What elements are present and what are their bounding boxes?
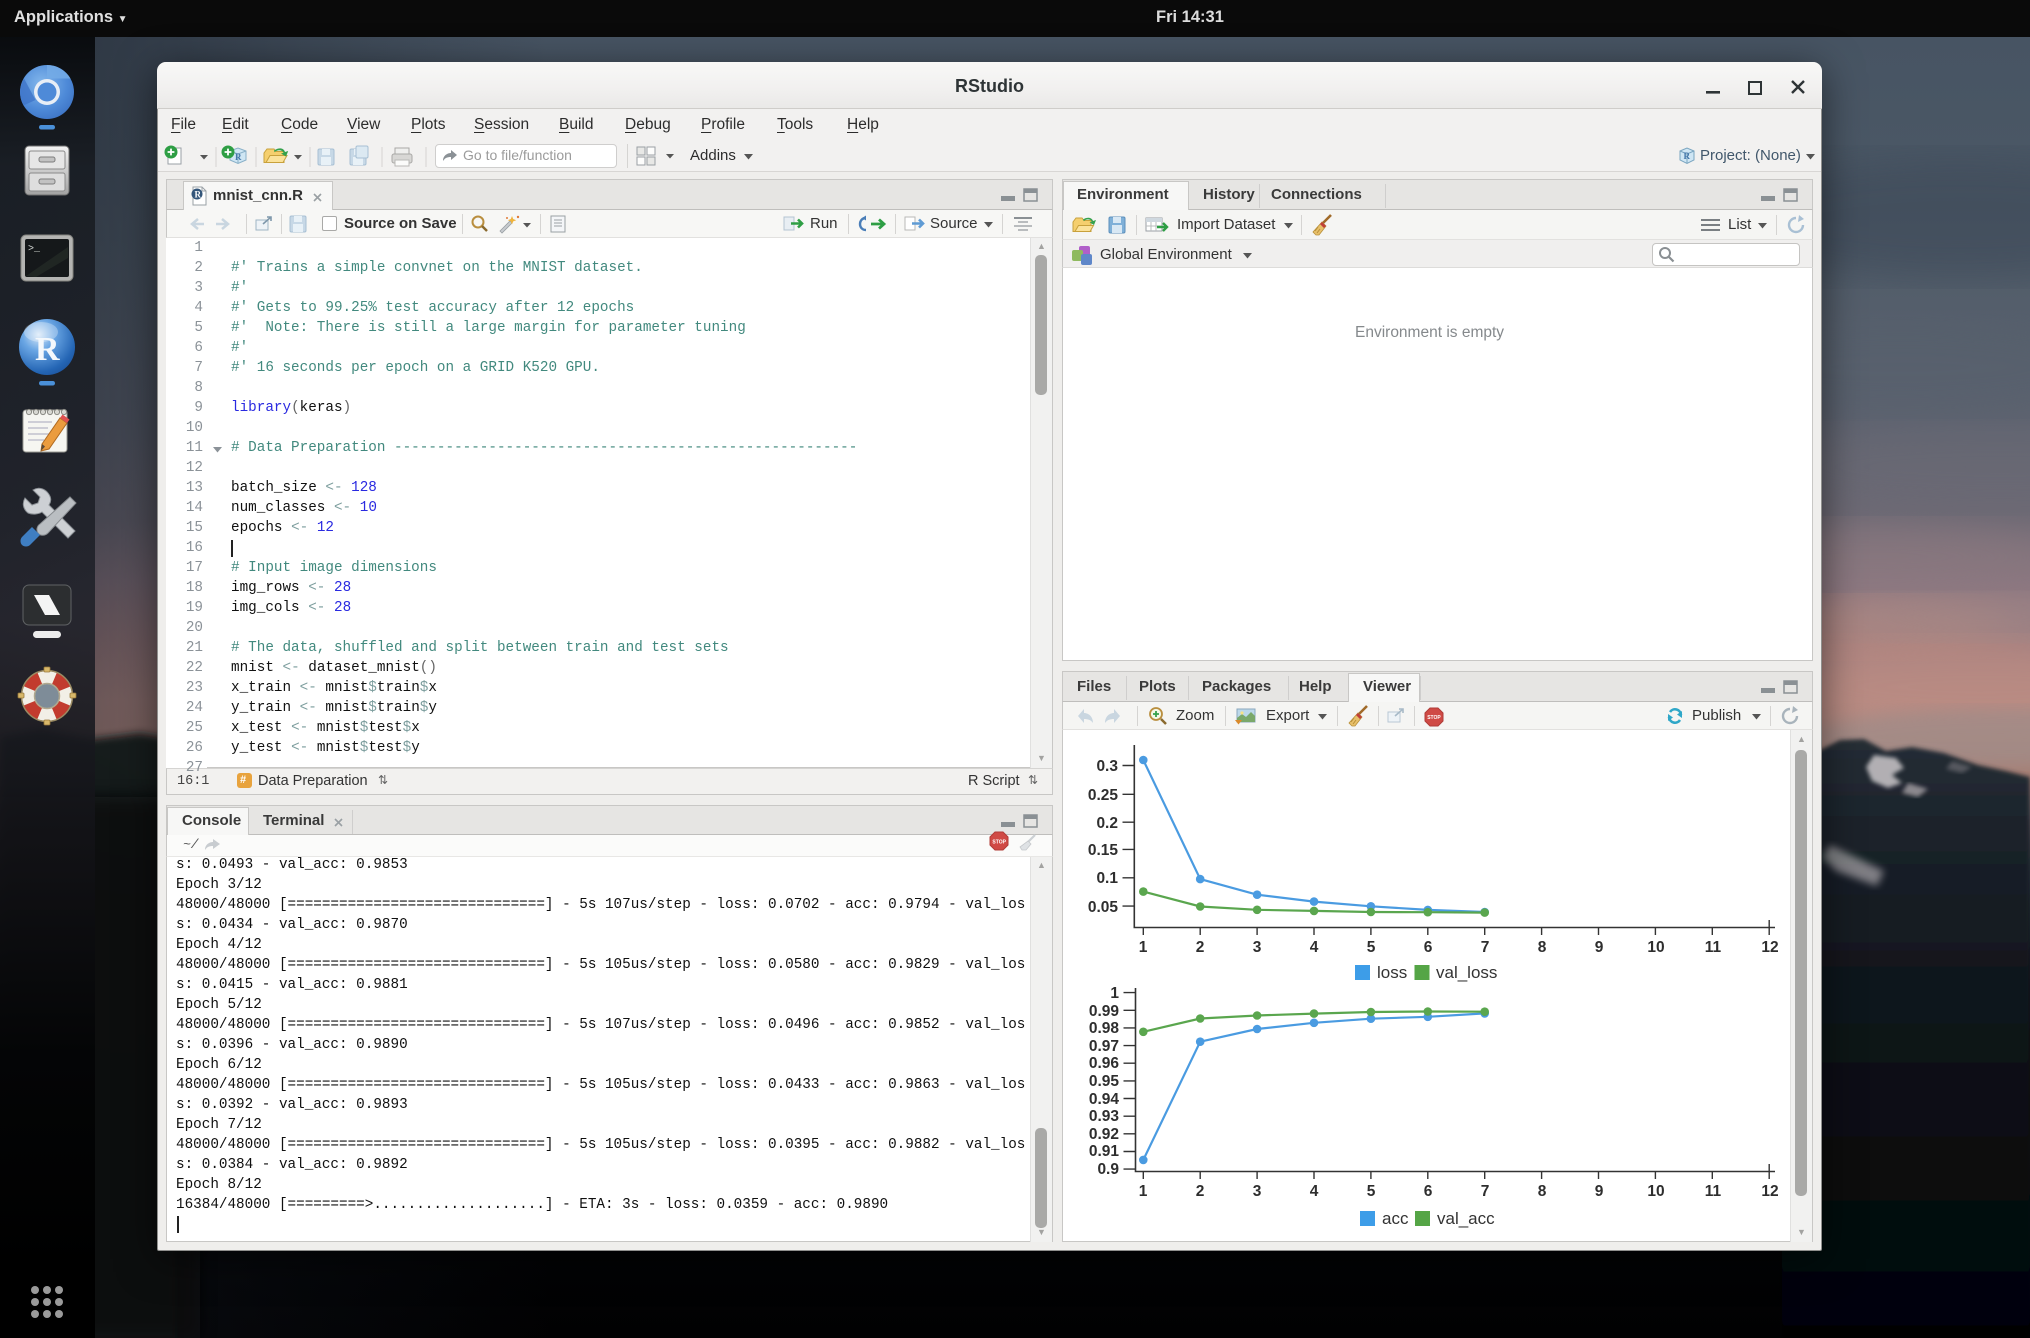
svg-text:11: 11 [1705, 939, 1722, 956]
svg-text:0.05: 0.05 [1088, 899, 1119, 916]
svg-text:val_acc: val_acc [1437, 1209, 1495, 1228]
svg-text:7: 7 [1481, 1183, 1490, 1200]
svg-text:2: 2 [1196, 1183, 1205, 1200]
svg-text:>_: >_ [28, 244, 41, 255]
svg-text:0.2: 0.2 [1096, 815, 1118, 832]
svg-text:10: 10 [1647, 939, 1664, 956]
svg-text:R: R [195, 190, 202, 200]
svg-text:7: 7 [1481, 939, 1490, 956]
svg-text:2: 2 [1196, 939, 1205, 956]
svg-text:3: 3 [1253, 1183, 1262, 1200]
svg-text:6: 6 [1424, 1183, 1433, 1200]
svg-text:0.25: 0.25 [1088, 787, 1119, 804]
svg-text:acc: acc [1382, 1209, 1409, 1228]
svg-text:STOP: STOP [992, 839, 1006, 845]
svg-text:R: R [235, 152, 242, 162]
svg-text:0.93: 0.93 [1089, 1108, 1120, 1125]
svg-text:STOP: STOP [1427, 715, 1441, 721]
svg-text:1: 1 [1139, 1183, 1148, 1200]
svg-text:0.15: 0.15 [1088, 842, 1119, 859]
svg-text:9: 9 [1595, 939, 1604, 956]
svg-text:0.9: 0.9 [1097, 1161, 1119, 1178]
svg-text:0.95: 0.95 [1089, 1073, 1120, 1090]
svg-text:0.94: 0.94 [1089, 1091, 1120, 1108]
svg-text:0.99: 0.99 [1089, 1003, 1120, 1020]
svg-text:5: 5 [1367, 939, 1376, 956]
svg-text:4: 4 [1310, 939, 1319, 956]
svg-text:0.92: 0.92 [1089, 1126, 1119, 1143]
svg-text:4: 4 [1310, 1183, 1319, 1200]
svg-text:8: 8 [1538, 939, 1547, 956]
svg-text:8: 8 [1538, 1183, 1547, 1200]
svg-text:6: 6 [1424, 939, 1433, 956]
svg-text:val_loss: val_loss [1436, 963, 1497, 982]
svg-text:9: 9 [1595, 1183, 1604, 1200]
svg-text:0.1: 0.1 [1096, 870, 1118, 887]
svg-text:R: R [35, 331, 60, 368]
svg-text:3: 3 [1253, 939, 1262, 956]
svg-text:1: 1 [1139, 939, 1148, 956]
svg-text:0.98: 0.98 [1089, 1020, 1120, 1037]
svg-text:12: 12 [1761, 939, 1778, 956]
svg-text:R: R [1684, 151, 1691, 161]
svg-text:0.91: 0.91 [1089, 1143, 1120, 1160]
svg-text:0.96: 0.96 [1089, 1055, 1120, 1072]
svg-text:12: 12 [1761, 1183, 1778, 1200]
svg-text:11: 11 [1705, 1183, 1722, 1200]
svg-text:loss: loss [1377, 963, 1407, 982]
svg-text:10: 10 [1647, 1183, 1664, 1200]
svg-text:5: 5 [1367, 1183, 1376, 1200]
svg-text:0.3: 0.3 [1096, 758, 1118, 775]
svg-text:1: 1 [1110, 985, 1119, 1002]
svg-text:0.97: 0.97 [1089, 1038, 1119, 1055]
